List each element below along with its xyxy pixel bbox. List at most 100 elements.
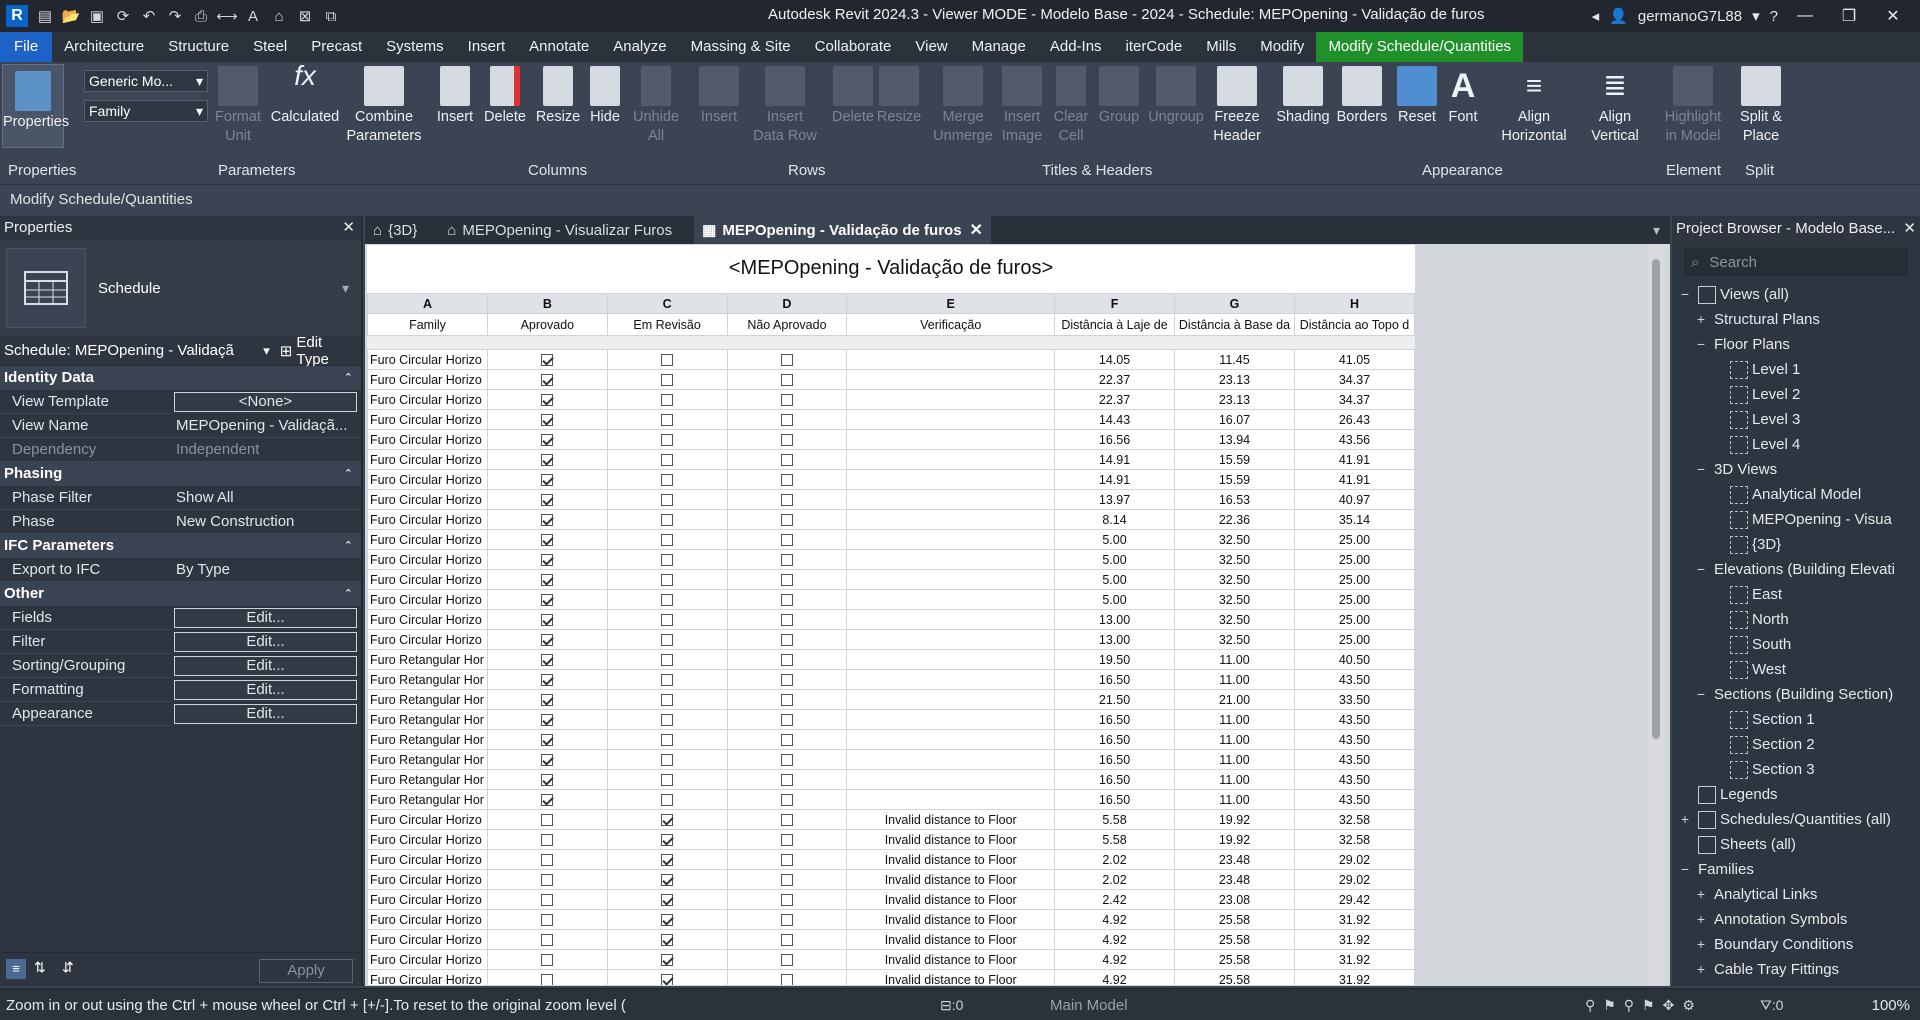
- revit-logo-icon[interactable]: R: [6, 5, 28, 27]
- distance-cell[interactable]: 25.58: [1174, 929, 1295, 950]
- checkbox-cell[interactable]: [726, 749, 848, 770]
- checkbox-cell[interactable]: [606, 369, 728, 390]
- table-row[interactable]: Furo Circular Horizo Invalid distance to …: [367, 949, 1415, 970]
- distance-cell[interactable]: 40.50: [1293, 649, 1415, 670]
- browser-item[interactable]: Section 1: [1672, 707, 1920, 732]
- checkbox-cell[interactable]: [486, 949, 608, 970]
- undo-icon[interactable]: ↶: [136, 4, 162, 28]
- table-row[interactable]: Furo Circular Horizo Invalid distance to …: [367, 809, 1415, 830]
- checkbox-checked[interactable]: [541, 494, 554, 507]
- expand-icon[interactable]: +: [1694, 882, 1708, 907]
- property-value[interactable]: Edit...: [174, 704, 357, 724]
- collapse-icon[interactable]: ⌃: [344, 534, 353, 558]
- verification-cell[interactable]: [846, 469, 1056, 490]
- menu-tab-itercode[interactable]: iterCode: [1114, 32, 1195, 62]
- browser-item[interactable]: Sheets (all): [1672, 832, 1920, 857]
- checkbox-cell[interactable]: [486, 869, 608, 890]
- checkbox-unchecked[interactable]: [661, 494, 674, 507]
- verification-cell[interactable]: [846, 429, 1056, 450]
- table-row[interactable]: Furo Circular Horizo Invalid distance to …: [367, 849, 1415, 870]
- verification-cell[interactable]: [846, 349, 1056, 370]
- browser-item[interactable]: Analytical Model: [1672, 482, 1920, 507]
- checkbox-cell[interactable]: [606, 669, 728, 690]
- browser-item[interactable]: Section 3: [1672, 757, 1920, 782]
- checkbox-cell[interactable]: [606, 589, 728, 610]
- family-type-dropdown[interactable]: Generic Mo... ▾: [84, 70, 208, 92]
- row-insert-button[interactable]: Insert: [694, 66, 744, 127]
- checkbox-cell[interactable]: [606, 549, 728, 570]
- checkbox-cell[interactable]: [486, 789, 608, 810]
- checkbox-cell[interactable]: [726, 949, 848, 970]
- close-properties-icon[interactable]: ✕: [342, 216, 355, 240]
- table-row[interactable]: Furo Circular Horizo Invalid distance to …: [367, 869, 1415, 890]
- browser-item[interactable]: + Schedules/Quantities (all): [1672, 807, 1920, 832]
- family-cell[interactable]: Furo Circular Horizo: [367, 349, 488, 370]
- checkbox-cell[interactable]: [486, 909, 608, 930]
- checkbox-unchecked[interactable]: [780, 854, 793, 867]
- sort-ascending-icon[interactable]: ⇅: [34, 959, 46, 976]
- browser-item[interactable]: Level 2: [1672, 382, 1920, 407]
- verification-cell[interactable]: Invalid distance to Floor: [846, 829, 1056, 850]
- checkbox-unchecked[interactable]: [661, 654, 674, 667]
- checkbox-unchecked[interactable]: [541, 954, 554, 967]
- checkbox-cell[interactable]: [606, 869, 728, 890]
- calculated-button[interactable]: fx Calculated: [268, 62, 342, 127]
- checkbox-unchecked[interactable]: [661, 454, 674, 467]
- column-letter[interactable]: F: [1054, 293, 1175, 314]
- checkbox-checked[interactable]: [541, 574, 554, 587]
- verification-cell[interactable]: Invalid distance to Floor: [846, 969, 1056, 985]
- browser-item[interactable]: MEPOpening - Visua: [1672, 507, 1920, 532]
- menu-tab-mills[interactable]: Mills: [1194, 32, 1248, 62]
- browser-search-input[interactable]: ⌕ Search: [1684, 248, 1908, 276]
- checkbox-checked[interactable]: [541, 634, 554, 647]
- distance-cell[interactable]: 14.91: [1054, 469, 1175, 490]
- checkbox-cell[interactable]: [726, 429, 848, 450]
- checkbox-cell[interactable]: [726, 449, 848, 470]
- checkbox-unchecked[interactable]: [541, 814, 554, 827]
- browser-item[interactable]: + Analytical Links: [1672, 882, 1920, 907]
- distance-cell[interactable]: 16.56: [1054, 429, 1175, 450]
- borders-button[interactable]: Borders: [1334, 66, 1390, 127]
- checkbox-cell[interactable]: [486, 449, 608, 470]
- browser-item[interactable]: −3D Views: [1672, 457, 1920, 482]
- ungroup-button[interactable]: Ungroup: [1146, 66, 1206, 127]
- checkbox-cell[interactable]: [726, 969, 848, 985]
- verification-cell[interactable]: [846, 369, 1056, 390]
- menu-tab-massing-site[interactable]: Massing & Site: [679, 32, 803, 62]
- menu-tab-steel[interactable]: Steel: [241, 32, 299, 62]
- checkbox-cell[interactable]: [726, 729, 848, 750]
- checkbox-cell[interactable]: [606, 349, 728, 370]
- family-cell[interactable]: Furo Retangular Hor: [367, 649, 488, 670]
- checkbox-cell[interactable]: [486, 669, 608, 690]
- browser-item[interactable]: + Annotation Symbols: [1672, 907, 1920, 932]
- checkbox-unchecked[interactable]: [780, 494, 793, 507]
- checkbox-unchecked[interactable]: [780, 834, 793, 847]
- checkbox-unchecked[interactable]: [780, 874, 793, 887]
- browser-item[interactable]: − Sections (Building Section): [1672, 682, 1920, 707]
- checkbox-checked[interactable]: [541, 594, 554, 607]
- checkbox-cell[interactable]: [486, 549, 608, 570]
- distance-cell[interactable]: 25.00: [1293, 609, 1415, 630]
- checkbox-unchecked[interactable]: [661, 754, 674, 767]
- distance-cell[interactable]: 26.43: [1293, 409, 1415, 430]
- family-cell[interactable]: Furo Retangular Hor: [367, 789, 488, 810]
- distance-cell[interactable]: 16.50: [1054, 749, 1175, 770]
- home-icon[interactable]: ▤: [32, 4, 58, 28]
- menu-tab-modify[interactable]: Modify: [1248, 32, 1316, 62]
- checkbox-unchecked[interactable]: [780, 454, 793, 467]
- checkbox-checked[interactable]: [541, 474, 554, 487]
- distance-cell[interactable]: 13.97: [1054, 489, 1175, 510]
- checkbox-unchecked[interactable]: [661, 354, 674, 367]
- browser-item[interactable]: Level 1: [1672, 357, 1920, 382]
- checkbox-unchecked[interactable]: [780, 694, 793, 707]
- checkbox-unchecked[interactable]: [780, 574, 793, 587]
- checkbox-checked[interactable]: [661, 974, 674, 985]
- table-row[interactable]: Furo Circular Horizo 14.05 11.45 41.05: [367, 349, 1415, 370]
- checkbox-unchecked[interactable]: [661, 554, 674, 567]
- verification-cell[interactable]: Invalid distance to Floor: [846, 929, 1056, 950]
- column-letter[interactable]: H: [1293, 293, 1415, 314]
- checkbox-unchecked[interactable]: [661, 714, 674, 727]
- table-row[interactable]: Furo Circular Horizo 5.00 32.50 25.00: [367, 529, 1415, 550]
- expand-icon[interactable]: +: [1694, 907, 1708, 932]
- checkbox-cell[interactable]: [726, 929, 848, 950]
